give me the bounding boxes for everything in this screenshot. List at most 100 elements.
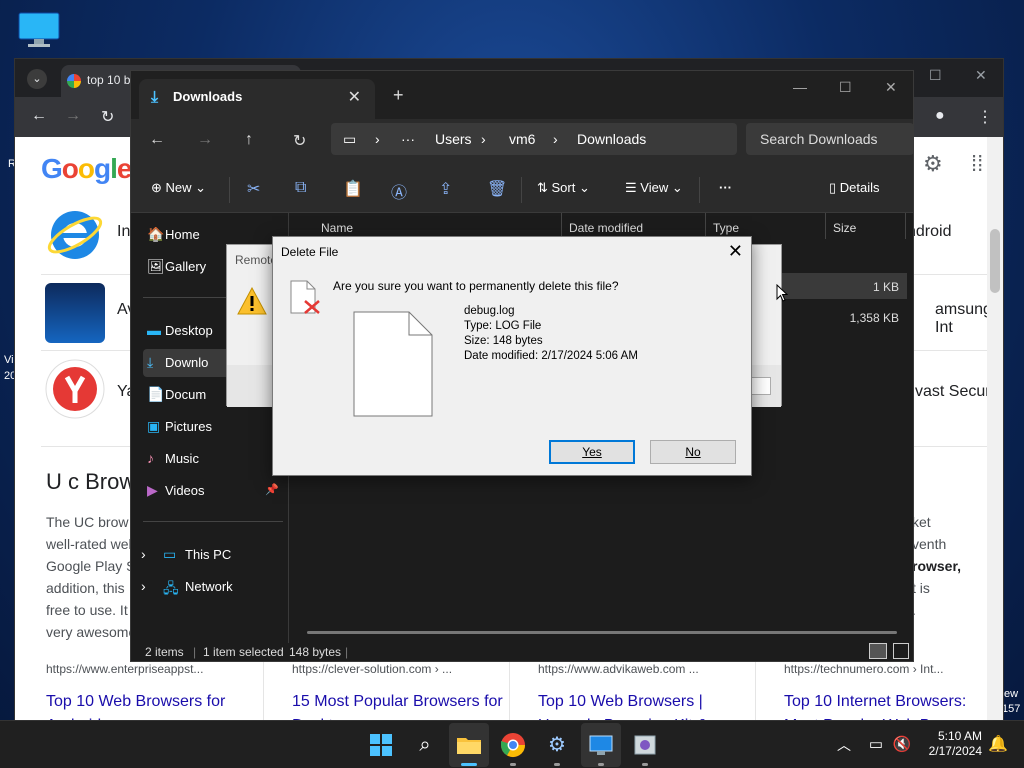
search-downloads-input[interactable]: Search Downloads: [746, 123, 914, 155]
column-name[interactable]: Name: [321, 221, 353, 235]
card-url[interactable]: https://clever-solution.com › ...: [292, 662, 452, 676]
google-logo[interactable]: Google: [41, 153, 132, 185]
profile-icon[interactable]: ●: [935, 107, 945, 125]
this-pc-desktop-icon[interactable]: [18, 12, 60, 48]
minimize-icon[interactable]: —: [793, 79, 807, 95]
start-icon[interactable]: [367, 731, 395, 759]
tab-search-dropdown[interactable]: ⌄: [27, 69, 47, 89]
chevron-up-icon[interactable]: ︿: [830, 731, 858, 759]
file-size: Size: 148 bytes: [464, 335, 543, 347]
card-url[interactable]: https://www.enterpriseappst...: [46, 662, 203, 676]
maximize-icon[interactable]: ☐: [839, 79, 852, 96]
card-title[interactable]: 15 Most Popular Browsers for Desktop: [292, 690, 512, 721]
close-icon[interactable]: ✕: [885, 79, 897, 96]
column-size[interactable]: Size: [833, 221, 856, 235]
sort-button[interactable]: ⇅ Sort ⌄: [537, 180, 590, 196]
overflow-icon[interactable]: ···: [401, 131, 415, 147]
column-divider[interactable]: [905, 213, 906, 239]
no-button[interactable]: No: [650, 440, 736, 464]
card-title[interactable]: Top 10 Internet Browsers: Most Popular W…: [784, 690, 1003, 721]
column-date-modified[interactable]: Date modified: [569, 221, 643, 235]
up-icon[interactable]: ↑: [245, 131, 253, 149]
nav-videos[interactable]: ▶ Videos 📌: [143, 477, 283, 505]
clock[interactable]: 5:10 AM 2/17/2024: [920, 729, 982, 759]
uc-text-line: The UC brow: [46, 514, 129, 530]
remote-desktop-icon[interactable]: [587, 731, 615, 759]
settings-icon[interactable]: ⚙: [543, 731, 571, 759]
browser-close-icon[interactable]: ✕: [975, 67, 987, 84]
paste-icon[interactable]: 📋: [343, 179, 363, 199]
expand-chevron-icon[interactable]: ›: [141, 578, 146, 594]
browser-maximize-icon[interactable]: ☐: [929, 67, 942, 84]
view-button[interactable]: ☰ View ⌄: [625, 180, 683, 196]
more-options-button[interactable]: ···: [719, 180, 732, 195]
background-dialog-button[interactable]: [749, 377, 771, 395]
tiles-view-icon[interactable]: [893, 643, 909, 659]
details-view-icon[interactable]: [869, 643, 887, 659]
yes-button[interactable]: Yes: [549, 440, 635, 464]
command-bar: ⊕ New ⌄ ✂ ⧉ 📋 Ⓐ ⇪ 🗑 ⇅ Sort ⌄ ☰ View ⌄ ··…: [131, 165, 913, 213]
volume-muted-icon[interactable]: 🔇: [888, 731, 916, 759]
desktop-edge-text: 157: [1002, 703, 1021, 715]
close-icon[interactable]: ✕: [728, 241, 743, 262]
nav-this-pc[interactable]: › ▭ This PC: [141, 541, 281, 569]
card-url[interactable]: https://technumero.com › Int...: [784, 662, 943, 676]
new-button[interactable]: ⊕ New ⌄: [151, 180, 206, 196]
network-status-icon[interactable]: ▭: [862, 731, 890, 759]
breadcrumb-vm6[interactable]: vm6: [509, 131, 535, 147]
back-icon[interactable]: ←: [149, 131, 165, 149]
nav-music[interactable]: ♪ Music: [143, 445, 283, 473]
nav-label: Desktop: [165, 323, 213, 338]
reload-icon[interactable]: ↻: [101, 107, 114, 127]
new-tab-icon[interactable]: +: [393, 85, 404, 106]
nav-pictures[interactable]: ▣ Pictures: [143, 413, 283, 441]
file-explorer-icon[interactable]: [455, 731, 483, 759]
card-title[interactable]: Top 10 Web Browsers for Android: [46, 690, 266, 721]
details-button[interactable]: ▯ Details: [829, 180, 880, 196]
clock-date: 2/17/2024: [928, 744, 982, 758]
status-bar: 2 items | 1 item selected 148 bytes |: [131, 643, 913, 663]
background-dialog-title: Remote: [235, 253, 278, 267]
chrome-icon[interactable]: [499, 731, 527, 759]
forward-icon[interactable]: →: [197, 131, 213, 149]
share-icon[interactable]: ⇪: [439, 179, 452, 199]
pin-icon[interactable]: 📌: [265, 483, 279, 496]
explorer-tab-downloads[interactable]: ⤓ Downloads ✕: [139, 79, 375, 119]
scrollbar-thumb[interactable]: [990, 229, 1000, 293]
view-label: View: [640, 180, 669, 195]
new-label: New: [165, 180, 192, 195]
page-scrollbar[interactable]: [987, 137, 1003, 721]
uc-text-right: rowser,: [912, 558, 962, 574]
search-icon[interactable]: ⌕: [411, 731, 439, 759]
file-preview-icon: [353, 311, 433, 417]
card-url[interactable]: https://www.advikaweb.com ...: [538, 662, 699, 676]
nav-label: Music: [165, 451, 199, 466]
breadcrumb-users[interactable]: Users: [435, 131, 472, 147]
network-icon: 🖧: [163, 580, 179, 596]
refresh-icon[interactable]: ↻: [293, 131, 306, 151]
column-divider[interactable]: [825, 213, 826, 239]
back-icon[interactable]: ←: [31, 107, 47, 125]
apps-grid-icon[interactable]: ⁞⁞: [971, 151, 983, 177]
horizontal-scrollbar[interactable]: [307, 631, 897, 634]
card-title[interactable]: Top 10 Web Browsers | Upgrade Browsing K…: [538, 690, 758, 721]
breadcrumb-downloads[interactable]: Downloads: [577, 131, 646, 147]
close-tab-icon[interactable]: ✕: [348, 87, 361, 107]
yandex-icon: [45, 359, 105, 419]
address-bar[interactable]: ▭ › ··· Users › vm6 › Downloads: [331, 123, 737, 155]
cut-icon[interactable]: ✂: [247, 179, 260, 199]
forward-icon[interactable]: →: [65, 107, 81, 125]
status-separator: |: [193, 645, 197, 659]
nav-network[interactable]: › 🖧 Network: [141, 573, 281, 601]
settings-gear-icon[interactable]: ⚙: [923, 151, 943, 177]
running-indicator: [554, 763, 560, 766]
disk-utility-icon[interactable]: [631, 731, 659, 759]
column-type[interactable]: Type: [713, 221, 739, 235]
copy-icon[interactable]: ⧉: [295, 179, 306, 197]
expand-chevron-icon[interactable]: ›: [141, 546, 146, 562]
rename-icon[interactable]: Ⓐ: [391, 179, 407, 203]
browser-menu-icon[interactable]: ⋮: [977, 107, 993, 127]
delete-icon[interactable]: 🗑: [487, 179, 507, 199]
separator: [229, 177, 230, 203]
notification-bell-icon[interactable]: 🔔: [984, 731, 1012, 759]
